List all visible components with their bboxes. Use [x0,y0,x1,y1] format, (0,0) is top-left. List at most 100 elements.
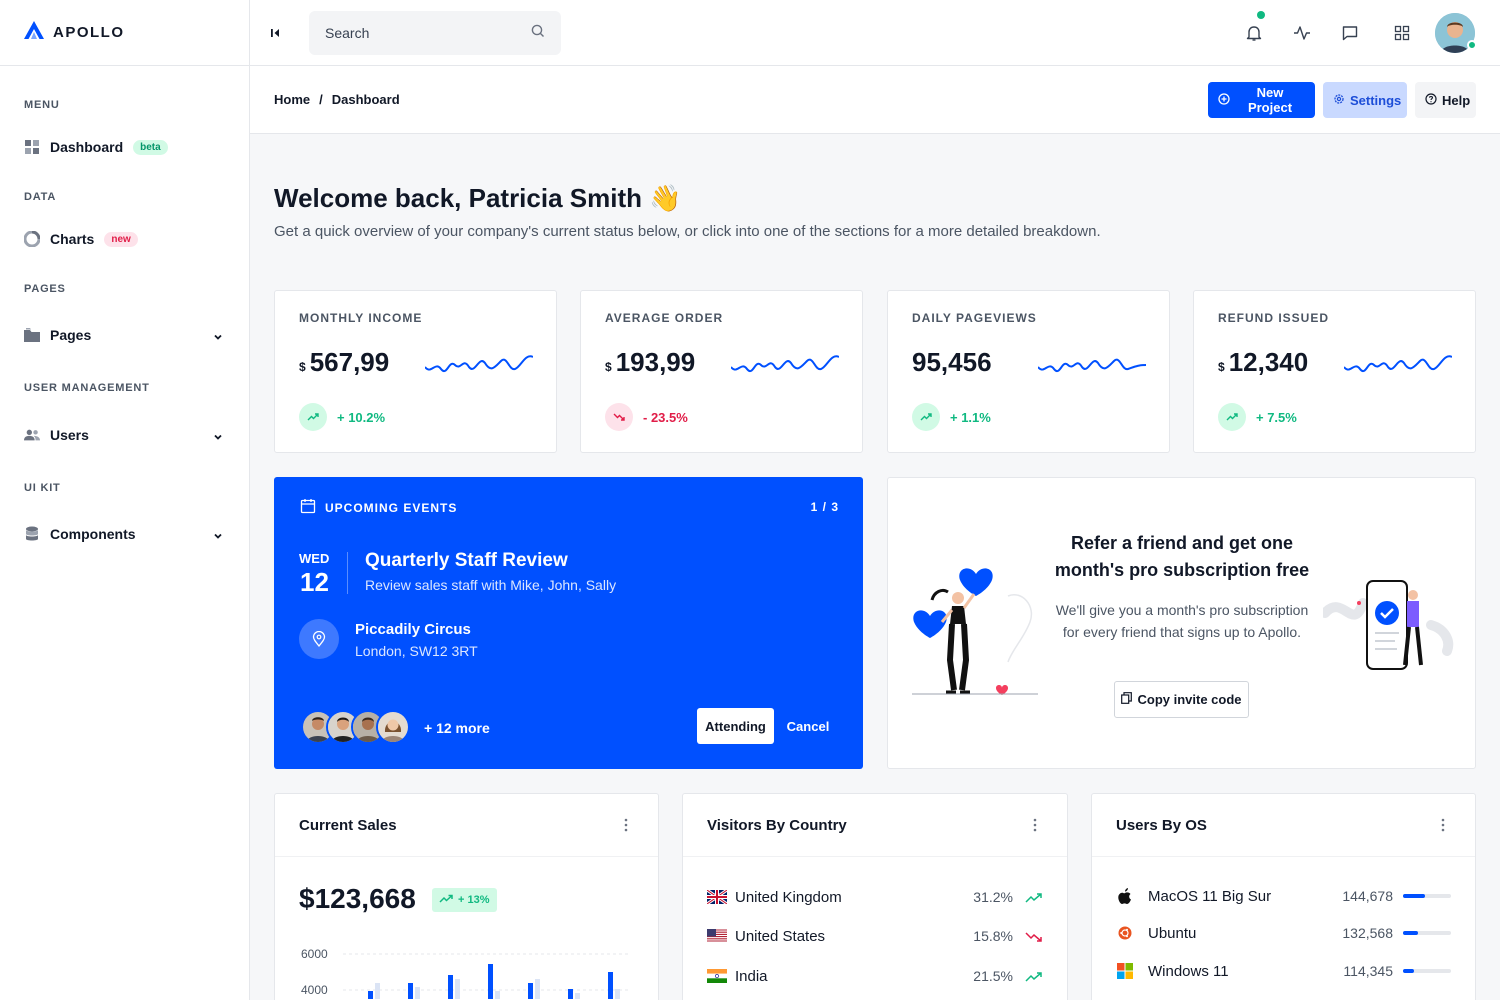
stat-value: $12,340 [1218,347,1308,378]
sparkline-chart [1344,355,1452,372]
bar [448,975,453,999]
search-icon[interactable] [531,24,545,43]
trend-up-icon [1025,970,1043,982]
more-vertical-icon[interactable] [1027,817,1043,833]
activity-icon[interactable] [1293,24,1311,42]
bar [608,972,613,999]
event-divider [347,552,348,594]
nav-heading-data: DATA [24,191,57,203]
country-name: United States [735,927,826,945]
stat-label: MONTHLY INCOME [299,311,423,325]
stat-label: REFUND ISSUED [1218,311,1330,325]
attendee-avatars[interactable] [301,710,410,744]
more-vertical-icon[interactable] [1435,817,1451,833]
search-input[interactable] [325,25,531,41]
sidebar-item-components[interactable]: Components [24,524,225,544]
y-tick-label: 4000 [301,983,328,997]
breadcrumb-current: Dashboard [331,92,400,107]
attending-button[interactable]: Attending [697,708,774,744]
sparkline-chart [1038,358,1146,372]
trend-value: + 10.2% [337,409,386,425]
dashboard-icon [24,139,40,155]
folder-icon [24,327,40,343]
trend-up-icon [439,894,453,907]
sidebar-item-charts[interactable]: Charts new [24,229,225,249]
event-title[interactable]: Quarterly Staff Review [365,550,568,572]
nav-heading-ui-kit: UI KIT [24,482,61,494]
apollo-logo-icon [24,21,44,44]
help-button[interactable]: Help [1415,82,1476,118]
y-tick-label: 6000 [301,947,328,961]
new-project-label: New Project [1247,85,1293,115]
copy-invite-label: Copy invite code [1137,692,1242,707]
bell-icon[interactable] [1245,24,1263,42]
india-flag-icon [707,969,727,983]
database-icon [24,526,40,542]
sidebar-item-label: Charts [50,231,95,247]
search-box[interactable] [309,11,561,55]
country-row[interactable]: India 21.5% [707,965,1043,987]
trend-down-icon [1025,930,1043,942]
copy-invite-button[interactable]: Copy invite code [1114,681,1249,718]
bar [575,993,580,999]
stat-trend: + 7.5% [1218,403,1297,431]
country-percentage: 31.2% [973,889,1013,905]
bar [375,983,380,999]
refer-description: We'll give you a month's pro subscriptio… [1055,602,1309,640]
stat-card-monthly-income[interactable]: MONTHLY INCOME $567,99 + 10.2% [274,290,557,453]
country-row[interactable]: United States 15.8% [707,925,1043,947]
bar [495,991,500,999]
sidebar-item-dashboard[interactable]: Dashboard beta [24,137,225,157]
panel-title: Current Sales [299,817,397,834]
collapse-sidebar-icon[interactable] [269,26,283,40]
sidebar-item-users[interactable]: Users [24,425,225,445]
apps-grid-icon[interactable] [1393,24,1411,42]
country-row[interactable]: United Kingdom 31.2% [707,886,1043,908]
notification-dot [1257,11,1265,19]
sidebar-item-label: Dashboard [50,139,124,155]
uk-flag-icon [707,890,727,904]
currency-symbol: $ [299,360,306,374]
os-share-bar [1403,969,1451,973]
trend-value: + 1.1% [950,409,991,425]
copy-icon [1121,692,1133,707]
events-heading: UPCOMING EVENTS [300,498,457,517]
refer-friend-card: Refer a friend and get one month's pro s… [887,477,1476,769]
currency-symbol: $ [605,360,612,374]
bar [368,991,373,999]
chevron-down-icon[interactable] [213,429,225,441]
bar [535,979,540,999]
cancel-button[interactable]: Cancel [778,708,838,744]
sales-growth-badge: + 13% [432,888,497,912]
chevron-down-icon[interactable] [213,528,225,540]
trend-down-icon [605,403,633,431]
stat-card-daily-pageviews[interactable]: DAILY PAGEVIEWS 95,456 + 1.1% [887,290,1170,453]
os-row[interactable]: Ubuntu 132,568 [1116,922,1451,944]
os-row[interactable]: Windows 11 114,345 [1116,960,1451,982]
nav-heading-pages: PAGES [24,283,66,295]
ubuntu-icon [1116,924,1134,942]
brand[interactable]: APOLLO [0,0,249,66]
sidebar-item-pages[interactable]: Pages [24,325,225,345]
events-pager[interactable]: 1 / 3 [811,500,839,514]
more-attendees[interactable]: + 12 more [424,720,490,736]
stat-card-refund-issued[interactable]: REFUND ISSUED $12,340 + 7.5% [1193,290,1476,453]
message-icon[interactable] [1341,24,1359,42]
phone-verification-illustration [1323,580,1454,670]
apple-icon [1116,887,1134,905]
os-user-count: 144,678 [1342,888,1393,904]
breadcrumb-home[interactable]: Home [274,92,310,107]
os-row[interactable]: MacOS 11 Big Sur 144,678 [1116,885,1451,907]
os-share-bar [1403,894,1451,898]
calendar-icon [300,498,316,517]
stat-value: 95,456 [912,347,992,378]
new-project-button[interactable]: New Project [1208,82,1315,118]
windows-icon [1116,962,1134,980]
sales-growth-value: + 13% [458,894,490,906]
stat-card-average-order[interactable]: AVERAGE ORDER $193,99 - 23.5% [580,290,863,453]
chevron-down-icon[interactable] [213,329,225,341]
page-title: Welcome back, Patricia Smith 👋 [274,183,682,213]
more-vertical-icon[interactable] [618,817,634,833]
settings-button[interactable]: Settings [1323,82,1407,118]
users-by-os-card: Users By OS MacOS 11 Big Sur 144,678 Ubu… [1091,793,1476,1000]
